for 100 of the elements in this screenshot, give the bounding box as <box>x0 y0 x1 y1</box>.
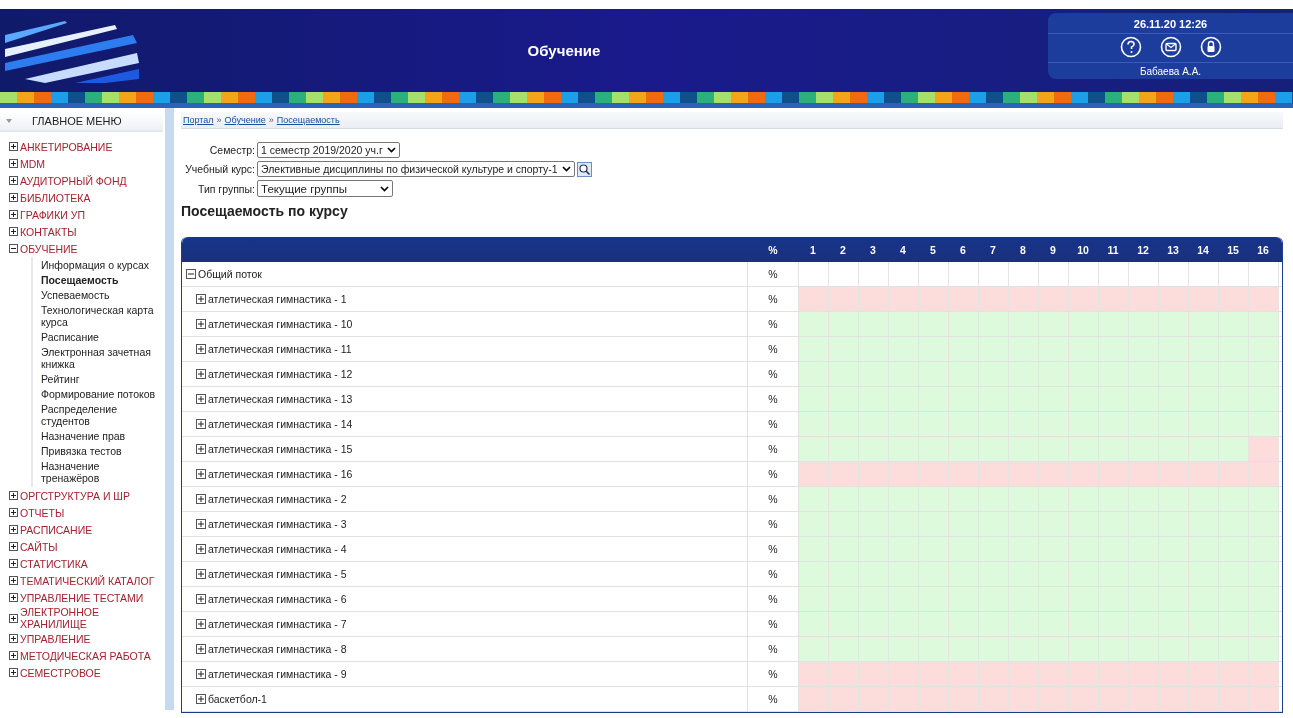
column-header: 14 <box>1196 242 1210 258</box>
expand-icon[interactable] <box>196 569 206 579</box>
breadcrumb-link[interactable]: Посещаемость <box>276 115 340 125</box>
expand-icon[interactable] <box>196 444 206 454</box>
menu-item[interactable]: СЕМЕСТРОВОЕ <box>20 666 101 679</box>
expand-icon[interactable] <box>196 394 206 404</box>
expand-icon[interactable] <box>196 469 206 479</box>
expand-icon[interactable] <box>196 494 206 504</box>
group-name: атлетическая гимнастика - 3 <box>208 518 347 530</box>
group-name: атлетическая гимнастика - 6 <box>208 593 347 605</box>
help-icon[interactable] <box>1119 35 1142 58</box>
expand-icon[interactable] <box>9 159 18 168</box>
expand-icon[interactable] <box>196 319 206 329</box>
menu-item[interactable]: ОРГСТРУКТУРА И ШР <box>20 489 130 502</box>
submenu-item[interactable]: Информация о курсах <box>41 257 159 272</box>
menu-item[interactable]: УПРАВЛЕНИЕ ТЕСТАМИ <box>20 591 144 604</box>
group-name: атлетическая гимнастика - 16 <box>208 468 353 480</box>
menu-item[interactable]: РАСПИСАНИЕ <box>20 523 93 536</box>
group-name: Общий поток <box>198 268 262 280</box>
expand-icon[interactable] <box>196 694 206 704</box>
expand-icon[interactable] <box>196 294 206 304</box>
expand-icon[interactable] <box>9 613 18 623</box>
caret-icon[interactable] <box>380 185 389 192</box>
menu-item[interactable]: АУДИТОРНЫЙ ФОНД <box>20 174 127 187</box>
menu-item[interactable]: ОБУЧЕНИЕ <box>20 242 78 255</box>
breadcrumb-link[interactable]: Портал <box>183 115 214 125</box>
expand-icon[interactable] <box>9 668 18 677</box>
expand-icon[interactable] <box>9 593 18 602</box>
caret-icon[interactable] <box>386 147 396 153</box>
expand-icon[interactable] <box>9 227 18 236</box>
dropdown-field[interactable]: Текущие группы <box>257 180 393 197</box>
expand-icon[interactable] <box>196 419 206 429</box>
menu-item[interactable]: МЕТОДИЧЕСКАЯ РАБОТА <box>20 649 151 662</box>
column-header: 8 <box>1019 242 1027 258</box>
column-header: 16 <box>1256 242 1270 258</box>
menu-item[interactable]: ОТЧЕТЫ <box>20 506 65 519</box>
collapse-icon[interactable] <box>9 244 18 253</box>
column-header: 7 <box>989 242 997 258</box>
search-icon[interactable] <box>576 161 592 177</box>
menu-item[interactable]: ЭЛЕКТРОННОЕ ХРАНИЛИЩЕ <box>20 606 161 630</box>
expand-icon[interactable] <box>9 651 18 660</box>
expand-icon[interactable] <box>9 176 18 185</box>
expand-icon[interactable] <box>9 634 18 643</box>
menu-item[interactable]: КОНТАКТЫ <box>20 225 77 238</box>
expand-icon[interactable] <box>9 193 18 202</box>
expand-icon[interactable] <box>9 525 18 534</box>
submenu-item[interactable]: Привязка тестов <box>41 443 159 458</box>
menu-item[interactable]: АНКЕТИРОВАНИЕ <box>20 140 113 153</box>
menu-item[interactable]: САЙТЫ <box>20 540 58 553</box>
expand-icon[interactable] <box>196 644 206 654</box>
menu-item[interactable]: ТЕМАТИЧЕСКИЙ КАТАЛОГ <box>20 574 155 587</box>
column-header: % <box>767 242 779 258</box>
submenu-item[interactable]: Расписание <box>41 329 159 344</box>
menu-item[interactable]: ГРАФИКИ УП <box>20 208 85 221</box>
group-name: атлетическая гимнастика - 10 <box>208 318 353 330</box>
expand-icon[interactable] <box>9 508 18 517</box>
submenu-item[interactable]: Успеваемость <box>41 287 159 302</box>
expand-icon[interactable] <box>196 594 206 604</box>
caret-icon[interactable] <box>561 166 571 172</box>
submenu-item[interactable]: Распределение студентов <box>41 401 159 428</box>
lock-icon[interactable] <box>1199 35 1222 58</box>
expand-icon[interactable] <box>9 142 18 151</box>
group-name: атлетическая гимнастика - 11 <box>208 343 352 355</box>
submenu-item[interactable]: Посещаемость <box>41 272 159 287</box>
expand-icon[interactable] <box>9 559 18 568</box>
column-header: 9 <box>1049 242 1057 258</box>
menu-item[interactable]: MDM <box>20 157 46 170</box>
group-name: атлетическая гимнастика - 14 <box>208 418 353 430</box>
group-name: атлетическая гимнастика - 2 <box>208 493 347 505</box>
expand-icon[interactable] <box>196 344 206 354</box>
submenu-item[interactable]: Назначение прав <box>41 428 159 443</box>
mail-icon[interactable] <box>1159 35 1182 58</box>
expand-icon[interactable] <box>9 491 18 500</box>
expand-icon[interactable] <box>196 369 206 379</box>
submenu-item[interactable]: Формирование потоков <box>41 386 159 401</box>
group-name: атлетическая гимнастика - 15 <box>208 443 353 455</box>
column-header: 6 <box>959 242 967 258</box>
expand-icon[interactable] <box>9 576 18 585</box>
collapse-icon[interactable] <box>186 269 196 279</box>
expand-icon[interactable] <box>9 210 18 219</box>
expand-icon[interactable] <box>196 519 206 529</box>
submenu-item[interactable]: Технологическая карта курса <box>41 302 159 329</box>
expand-icon[interactable] <box>9 542 18 551</box>
menu-item[interactable]: БИБЛИОТЕКА <box>20 191 91 204</box>
breadcrumb-link[interactable]: Обучение <box>224 115 266 125</box>
dropdown-field[interactable]: Элективные дисциплины по физической культуре и спорту-1 <box>257 161 575 177</box>
group-name: атлетическая гимнастика - 13 <box>208 393 353 405</box>
filter-label: Семестр: <box>208 144 255 156</box>
menu-item[interactable]: УПРАВЛЕНИЕ <box>20 632 91 645</box>
group-name: атлетическая гимнастика - 5 <box>208 568 347 580</box>
submenu-item[interactable]: Рейтинг <box>41 371 159 386</box>
submenu-item[interactable]: Электронная зачетная книжка <box>41 344 159 371</box>
submenu-item[interactable]: Назначение тренажёров <box>41 458 159 485</box>
menu-title: ГЛАВНОЕ МЕНЮ <box>32 115 122 127</box>
dropdown-field[interactable]: 1 семестр 2019/2020 уч.г <box>257 142 400 158</box>
filter-label: Тип группы: <box>196 182 255 195</box>
expand-icon[interactable] <box>196 619 206 629</box>
expand-icon[interactable] <box>196 544 206 554</box>
menu-item[interactable]: СТАТИСТИКА <box>20 557 88 570</box>
expand-icon[interactable] <box>196 669 206 679</box>
